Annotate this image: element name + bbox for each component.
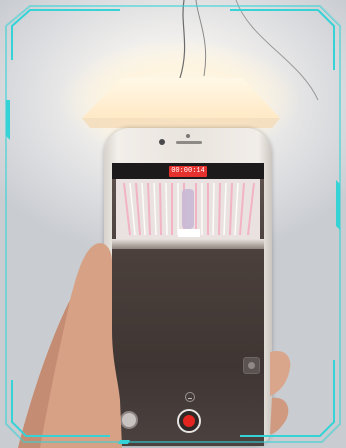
photo-scene: 00:00:14 xyxy=(0,0,346,448)
hud-frame xyxy=(5,5,341,444)
